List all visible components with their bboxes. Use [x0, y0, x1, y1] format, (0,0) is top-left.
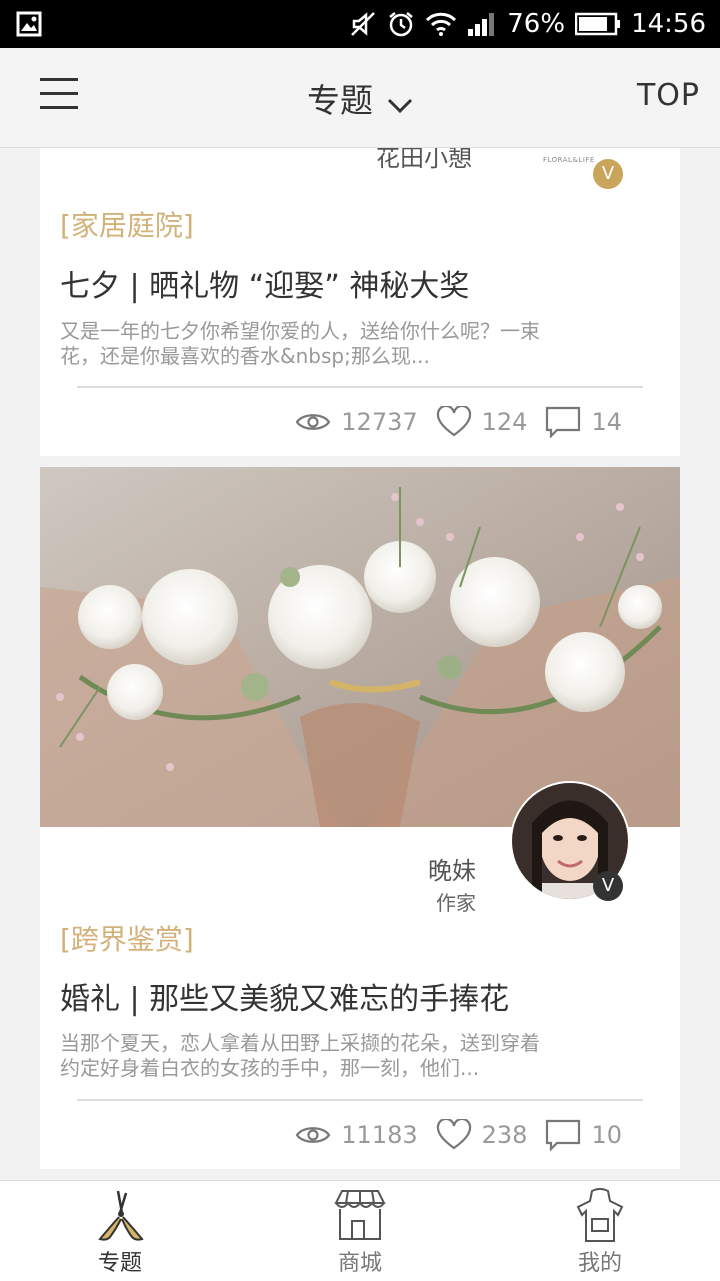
status-bar: 76% 14:56: [0, 0, 720, 48]
divider: [77, 1099, 643, 1101]
comment-button[interactable]: 10: [545, 1119, 622, 1151]
like-button[interactable]: 124: [436, 406, 527, 438]
storefront-icon: [334, 1190, 386, 1240]
tab-shop[interactable]: 商城: [300, 1181, 420, 1281]
article-cover-image[interactable]: [40, 467, 680, 827]
divider: [77, 386, 643, 388]
article-stats: 12737 124 14: [277, 406, 622, 438]
gallery-icon: [16, 11, 42, 37]
page-title: 专题: [307, 81, 373, 120]
clock-time: 14:56: [631, 9, 706, 39]
chevron-down-icon: [387, 83, 413, 122]
article-feed[interactable]: 花田小憩 FLORAL&LIFE V [家居庭院] 七夕 | 晒礼物 “迎娶” …: [0, 148, 720, 1180]
battery-percent: 76%: [507, 9, 566, 39]
comment-button[interactable]: 14: [545, 406, 622, 438]
comment-icon: [546, 1119, 581, 1151]
article-title[interactable]: 七夕 | 晒礼物 “迎娶” 神秘大奖: [60, 261, 469, 305]
bottom-tab-bar: 专题 商城 我的: [0, 1180, 720, 1281]
heart-icon: [436, 1119, 471, 1150]
views-stat: 11183: [295, 1121, 418, 1149]
verified-badge: V: [593, 159, 623, 189]
top-button[interactable]: TOP: [637, 78, 700, 113]
wifi-icon: [425, 11, 457, 37]
like-button[interactable]: 238: [436, 1119, 527, 1151]
author-name[interactable]: 晚妹: [428, 851, 476, 886]
article-card[interactable]: V 晚妹 作家 [跨界鉴赏] 婚礼 | 那些又美貌又难忘的手捧花 当那个夏天，恋…: [40, 467, 680, 1169]
pruning-shears-icon: [98, 1190, 144, 1241]
eye-icon: [295, 414, 331, 430]
comment-icon: [546, 406, 581, 438]
eye-icon: [295, 1127, 331, 1143]
heart-icon: [436, 406, 471, 437]
tab-topics[interactable]: 专题: [60, 1181, 180, 1281]
article-card[interactable]: 花田小憩 FLORAL&LIFE V [家居庭院] 七夕 | 晒礼物 “迎娶” …: [40, 148, 680, 456]
article-tag[interactable]: [跨界鉴赏]: [60, 918, 194, 958]
tab-me[interactable]: 我的: [540, 1181, 660, 1281]
apron-icon: [576, 1188, 624, 1242]
mute-icon: [349, 10, 377, 38]
views-stat: 12737: [295, 408, 418, 436]
article-excerpt: 又是一年的七夕你希望你爱的人，送给你什么呢？一束 花，还是你最喜欢的香水&nbs…: [60, 319, 540, 368]
brand-logo: FLORAL&LIFE: [543, 156, 595, 164]
article-stats: 11183 238 10: [277, 1119, 622, 1151]
article-tag[interactable]: [家居庭院]: [60, 204, 194, 244]
article-title[interactable]: 婚礼 | 那些又美貌又难忘的手捧花: [60, 974, 509, 1018]
top-navigation-bar: 专题 TOP: [0, 48, 720, 148]
article-excerpt: 当那个夏天，恋人拿着从田野上采撷的花朵，送到穿着 约定好身着白衣的女孩的手中，那…: [60, 1031, 540, 1080]
author-name: 花田小憩: [376, 148, 472, 172]
battery-icon: [575, 12, 621, 36]
verified-badge: V: [593, 871, 623, 901]
category-selector[interactable]: 专题: [0, 74, 720, 122]
signal-icon: [467, 11, 497, 37]
author-role: 作家: [436, 891, 476, 915]
alarm-icon: [387, 10, 415, 38]
